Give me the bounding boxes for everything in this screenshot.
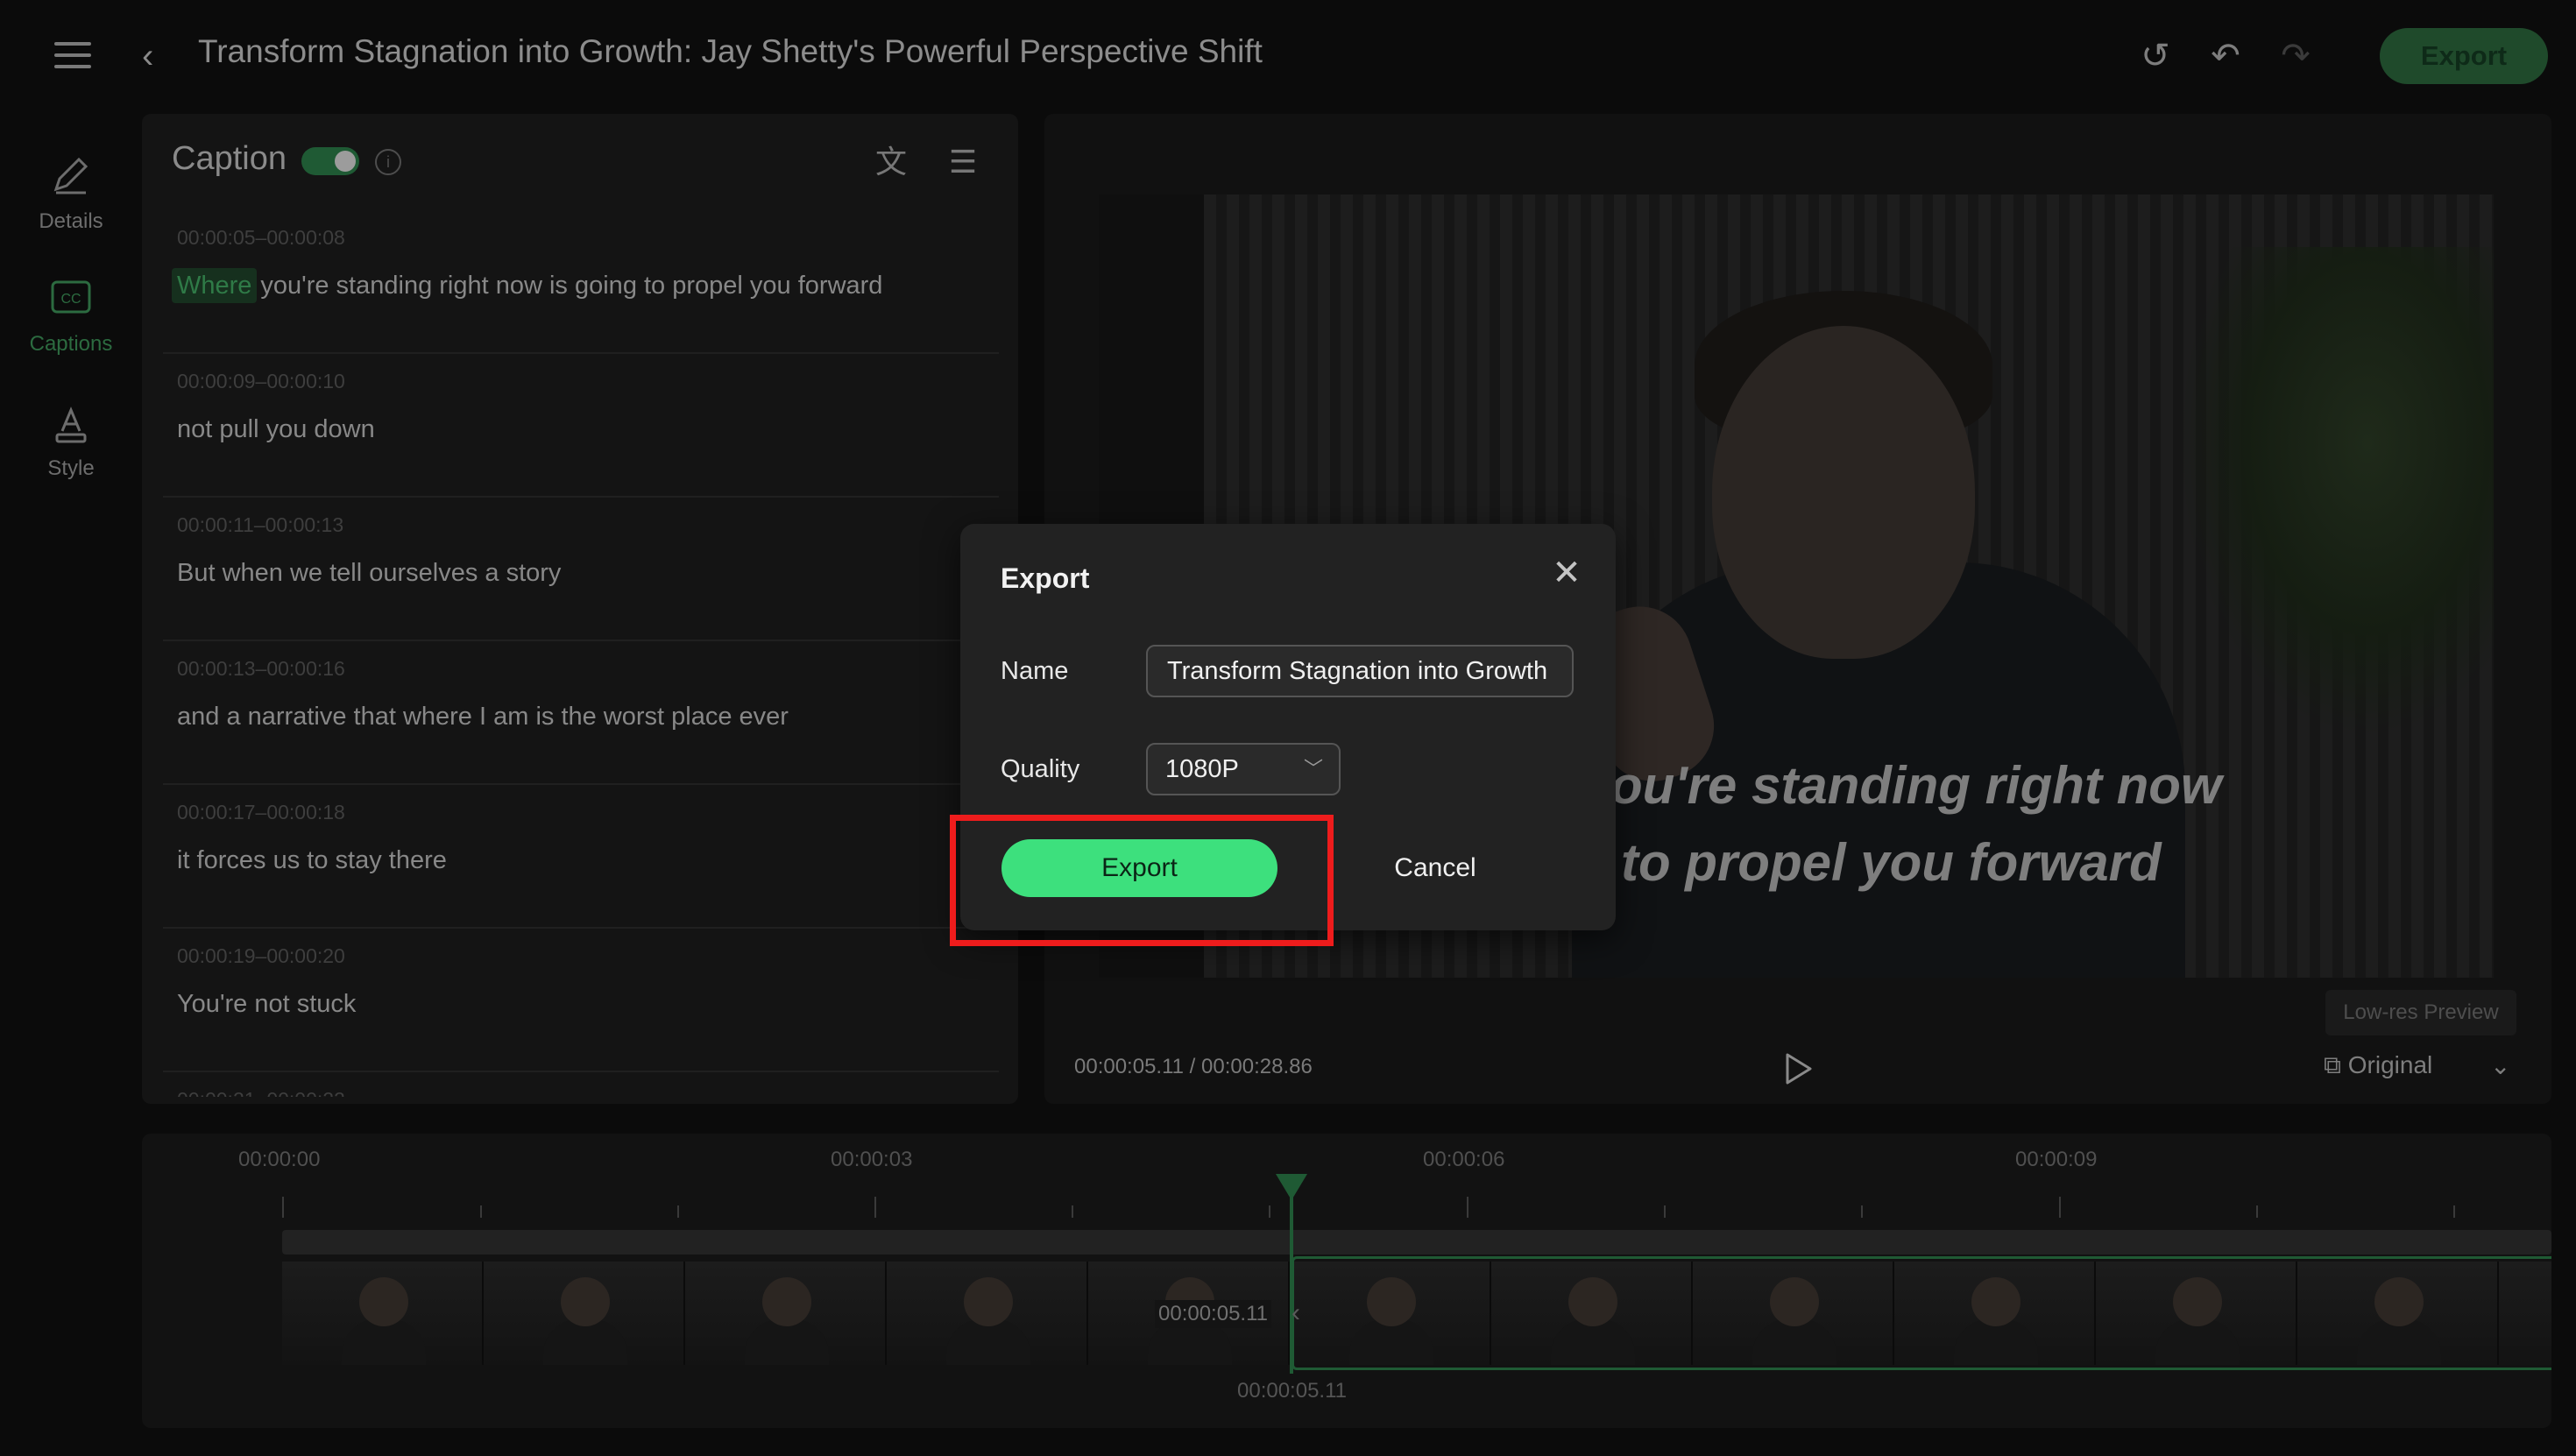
caption-item[interactable]: 00:00:17–00:00:18 it forces us to stay t…	[163, 785, 999, 929]
total-time: 00:00:28.86	[1201, 1055, 1313, 1078]
timeline-tick	[2453, 1205, 2455, 1218]
caption-text[interactable]: You're not stuck	[177, 990, 356, 1019]
video-thumbnail	[484, 1262, 685, 1365]
menu-icon[interactable]	[54, 42, 91, 68]
back-chevron-icon[interactable]: ‹	[142, 35, 177, 77]
sidebar-label-style: Style	[47, 456, 95, 480]
name-label: Name	[1001, 657, 1069, 685]
project-title[interactable]: Transform Stagnation into Growth: Jay Sh…	[198, 33, 1263, 70]
sidebar-item-style[interactable]: Style	[18, 405, 124, 481]
translate-icon[interactable]: 文	[871, 142, 911, 182]
caption-text-rest: you're standing right now is going to pr…	[260, 272, 883, 300]
video-thumbnail	[282, 1262, 484, 1365]
sidebar-label-captions: Captions	[29, 332, 113, 356]
caption-track[interactable]	[282, 1230, 2551, 1255]
name-input[interactable]	[1146, 645, 1574, 697]
video-subtitle-line1: ou're standing right now	[1610, 756, 2222, 815]
chevron-down-icon: ﹀	[1303, 758, 1323, 780]
current-time: 00:00:05.11	[1074, 1055, 1185, 1078]
highlight-box	[950, 815, 1334, 946]
caption-time: 00:00:11–00:00:13	[177, 513, 344, 536]
caption-text[interactable]: Where you're standing right now is going …	[172, 268, 883, 303]
sidebar-item-details[interactable]: Details	[18, 152, 124, 234]
timeline-tick	[2059, 1197, 2061, 1218]
caption-text[interactable]: and a narrative that where I am is the w…	[177, 703, 789, 732]
aspect-ratio-icon: ⧉	[2324, 1051, 2348, 1078]
timeline-tick-label: 00:00:06	[1423, 1148, 1505, 1171]
sidebar-label-details: Details	[39, 209, 103, 233]
timeline-tick	[1861, 1205, 1863, 1218]
timeline-tick	[1664, 1205, 1666, 1218]
caption-item[interactable]: 00:00:05–00:00:08 Where you're standing r…	[163, 210, 999, 354]
video-thumbnail	[887, 1262, 1088, 1365]
caption-item[interactable]: 00:00:11–00:00:13 But when we tell ourse…	[163, 498, 999, 641]
caption-toggle[interactable]	[301, 147, 359, 175]
caption-time: 00:00:19–00:00:20	[177, 944, 345, 967]
undo-icon[interactable]: ↶	[2204, 35, 2247, 77]
info-icon[interactable]: i	[375, 149, 401, 175]
timeline-tick-label: 00:00:09	[2015, 1148, 2098, 1171]
quality-select[interactable]: 1080P ﹀	[1146, 743, 1341, 795]
svg-text:CC: CC	[60, 292, 81, 307]
playhead-handle[interactable]	[1276, 1174, 1307, 1200]
caption-time: 00:00:09–00:00:10	[177, 370, 345, 392]
video-subtitle-line2: to propel you forward	[1621, 833, 2162, 892]
lowres-preview-badge: Low-res Preview	[2325, 990, 2516, 1035]
caption-time: 00:00:17–00:00:18	[177, 801, 345, 823]
caption-item[interactable]: 00:00:09–00:00:10 not pull you down	[163, 354, 999, 498]
export-dialog-title: Export	[1001, 562, 1090, 594]
playhead-time-bottom: 00:00:05.11	[1237, 1379, 1348, 1403]
play-icon[interactable]	[1782, 1051, 1814, 1086]
caption-highlight-word: Where	[172, 268, 258, 303]
redo-icon[interactable]: ↷	[2275, 35, 2317, 77]
caption-heading: Caption	[172, 140, 287, 177]
timeline-tick-label: 00:00:03	[831, 1148, 913, 1171]
selected-clip-range[interactable]	[1292, 1256, 2551, 1370]
cc-icon: CC	[51, 280, 91, 314]
caption-text[interactable]: it forces us to stay there	[177, 846, 447, 875]
aspect-ratio-label: Original	[2347, 1051, 2433, 1078]
caption-time: 00:00:05–00:00:08	[177, 226, 345, 249]
timeline-tick	[1467, 1197, 1468, 1218]
caption-item[interactable]: 00:00:13–00:00:16 and a narrative that w…	[163, 641, 999, 785]
timeline-tick-label: 00:00:00	[238, 1148, 321, 1171]
aspect-ratio-select[interactable]: ⧉ Original	[2324, 1051, 2432, 1080]
timeline-tick	[2256, 1205, 2258, 1218]
caption-item[interactable]: 00:00:21–00:00:22	[163, 1072, 999, 1097]
cancel-button[interactable]: Cancel	[1374, 839, 1497, 897]
export-button-top[interactable]: Export	[2380, 28, 2548, 84]
video-thumbnail	[685, 1262, 887, 1365]
playback-timecode: 00:00:05.11 / 00:00:28.86	[1074, 1055, 1313, 1079]
timeline-tick	[874, 1197, 876, 1218]
edit-icon	[53, 157, 88, 194]
close-icon[interactable]: ✕	[1547, 554, 1586, 592]
timeline-tick	[282, 1197, 284, 1218]
playhead-time-label: 00:00:05.11	[1155, 1300, 1272, 1328]
time-separator: /	[1184, 1055, 1202, 1078]
playhead[interactable]	[1290, 1177, 1293, 1374]
timeline-tick	[677, 1205, 679, 1218]
settings-sliders-icon[interactable]: ☰	[943, 142, 983, 182]
caption-item[interactable]: 00:00:19–00:00:20 You're not stuck	[163, 929, 999, 1072]
timeline-tick	[1072, 1205, 1073, 1218]
chevron-down-icon[interactable]: ⌄	[2490, 1051, 2510, 1080]
caption-text[interactable]: But when we tell ourselves a story	[177, 559, 561, 588]
timeline-tick	[480, 1205, 482, 1218]
caption-list: 00:00:05–00:00:08 Where you're standing r…	[163, 210, 999, 1097]
caption-time: 00:00:21–00:00:22	[177, 1088, 345, 1097]
quality-label: Quality	[1001, 755, 1080, 783]
text-style-icon	[55, 406, 87, 443]
sidebar-item-captions[interactable]: CC Captions	[18, 275, 124, 357]
quality-value: 1080P	[1165, 755, 1239, 783]
caption-text[interactable]: not pull you down	[177, 415, 375, 444]
chevron-left-icon: ‹	[1292, 1298, 1300, 1327]
reset-icon[interactable]: ↺	[2134, 35, 2176, 77]
caption-time: 00:00:13–00:00:16	[177, 657, 345, 680]
timeline-tick	[1269, 1205, 1270, 1218]
